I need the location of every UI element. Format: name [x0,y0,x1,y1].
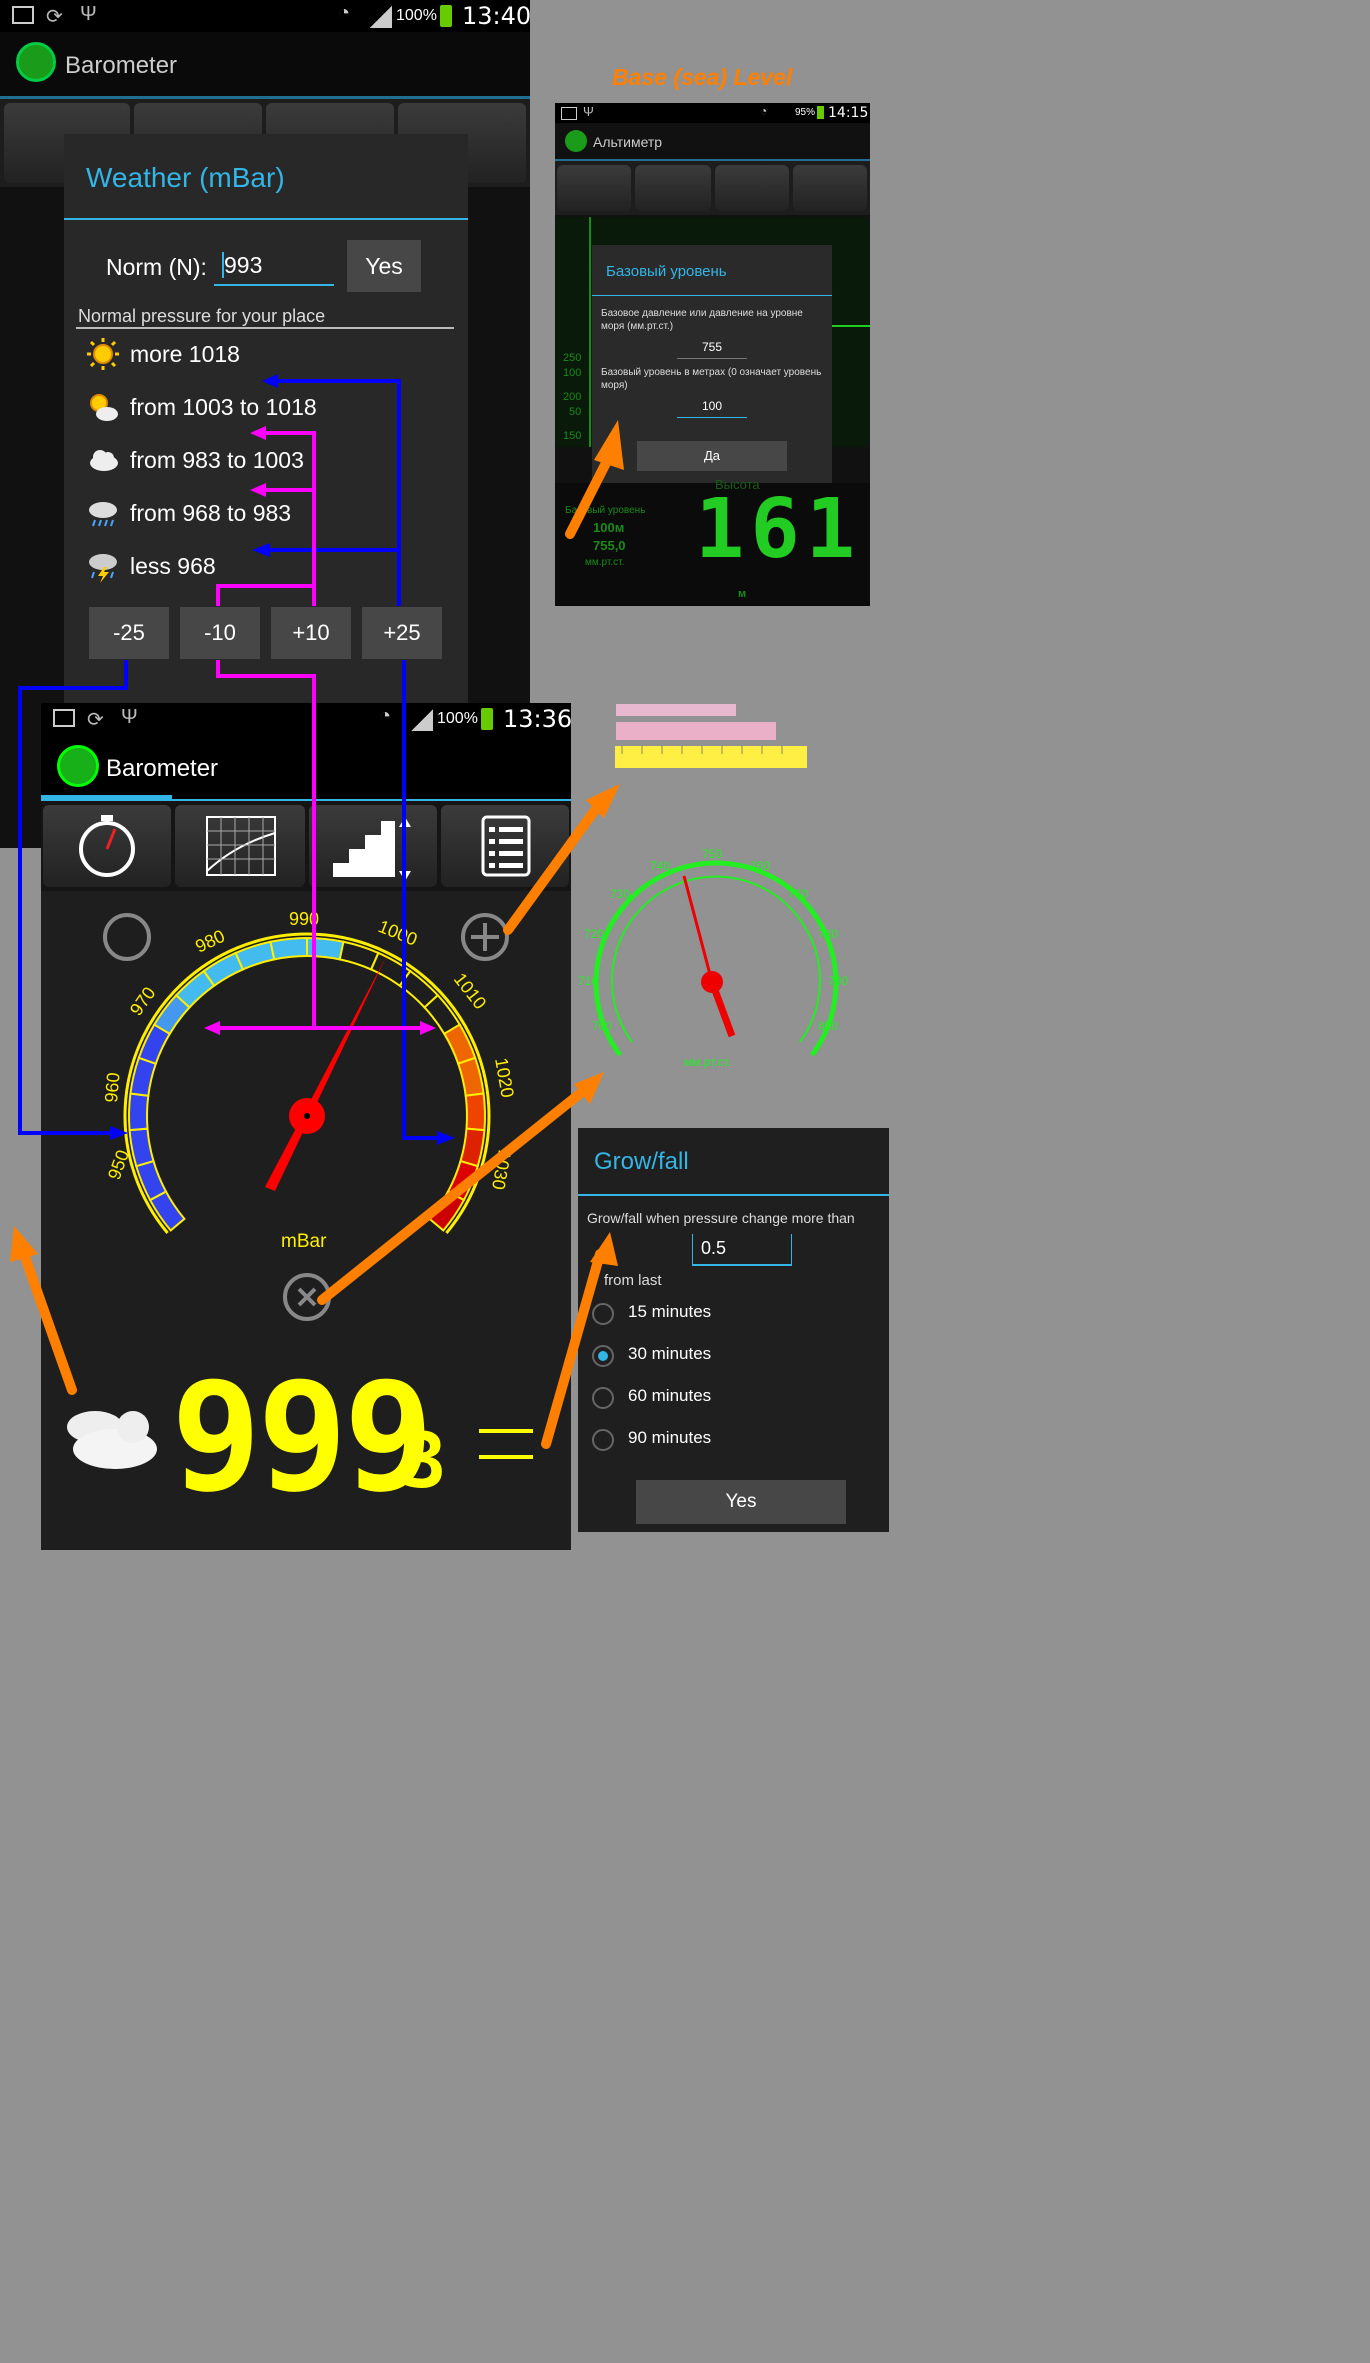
annotation-overlay [10,374,624,1449]
orange-arrows [19,450,615,1449]
magenta-annotation-lines [216,431,425,1030]
blue-annotation-lines [18,379,445,1140]
orange-arrowheads [10,420,624,1266]
magenta-arrowheads [204,426,436,1035]
